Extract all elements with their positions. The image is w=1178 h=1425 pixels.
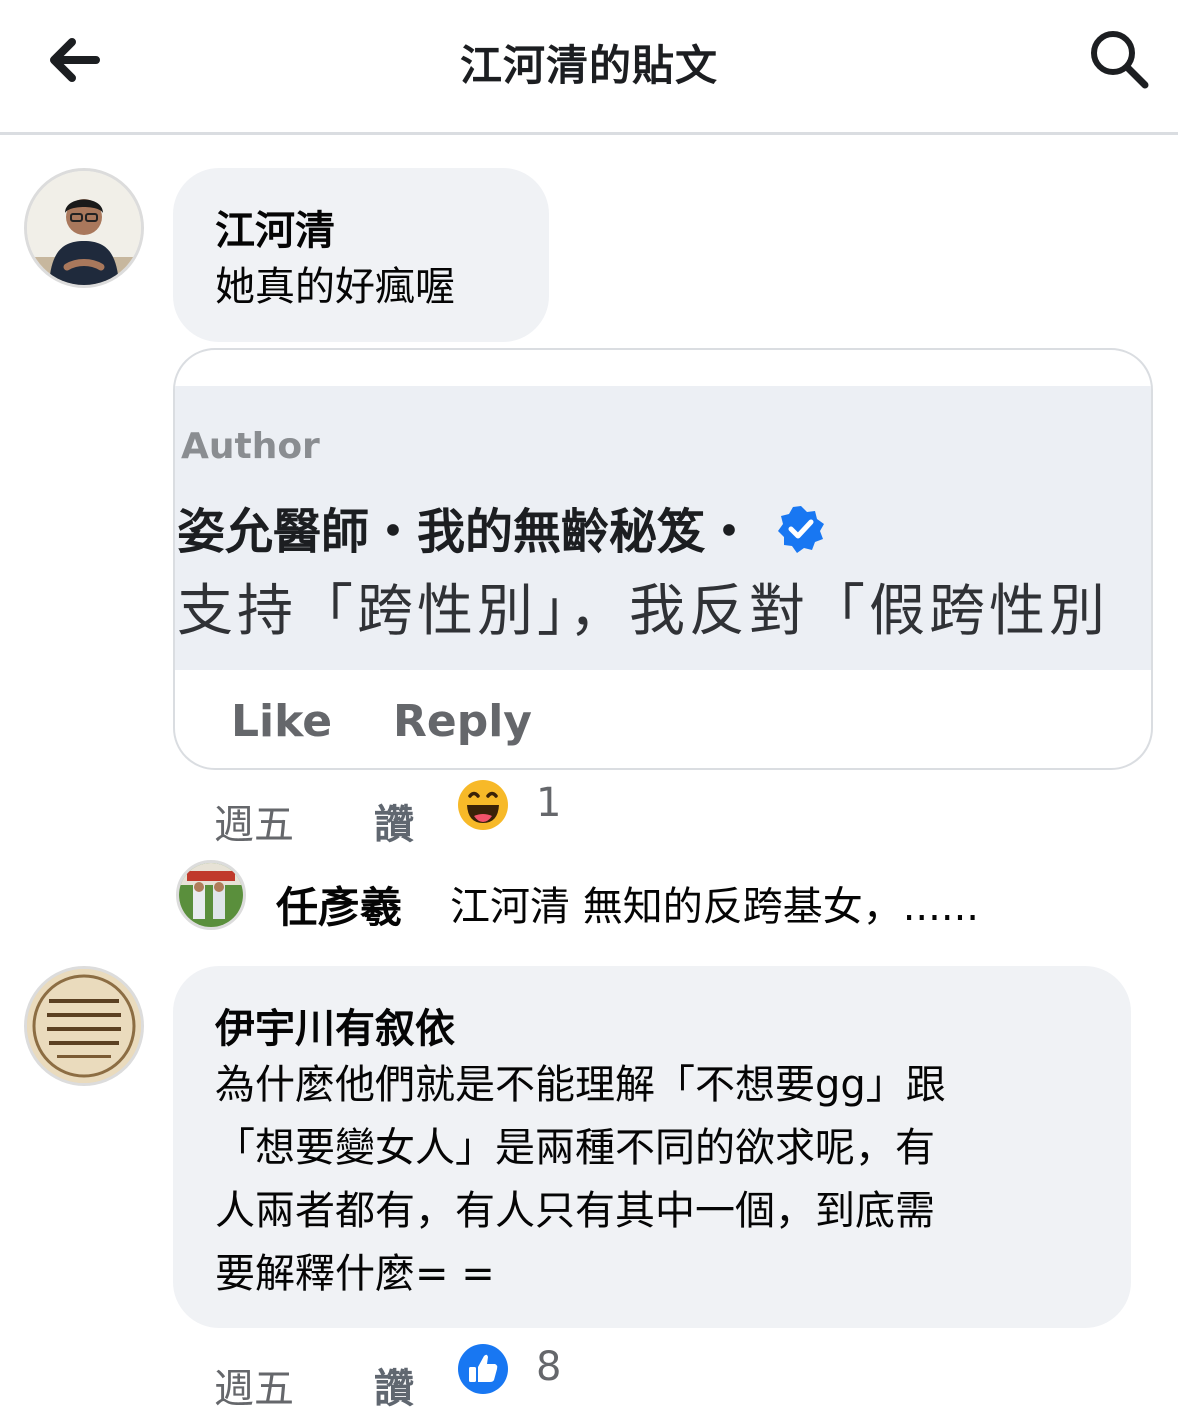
search-button[interactable]	[1088, 28, 1150, 90]
comment-timestamp[interactable]: 週五	[214, 1356, 294, 1414]
avatar[interactable]	[24, 966, 144, 1086]
top-bar: 江河清的貼文	[0, 0, 1178, 135]
screenshot-page-name: 姿允醫師・我的無齡秘笈・	[177, 492, 826, 562]
screenshot-content: Author 姿允醫師・我的無齡秘笈・ 支持「跨性別」，我反對「假跨性別	[175, 386, 1151, 670]
reaction-count: 8	[536, 1344, 562, 1390]
reaction-summary[interactable]: 8	[456, 1340, 576, 1400]
comment-bubble[interactable]: 江河清 她真的好瘋喔	[173, 168, 549, 342]
comment-author[interactable]: 伊宇川有叙依	[215, 996, 455, 1054]
like-button[interactable]: 讚	[374, 792, 414, 850]
screenshot-text: 支持「跨性別」，我反對「假跨性別	[177, 579, 1109, 644]
person-photo-icon	[27, 171, 141, 285]
calligraphy-avatar-icon	[27, 969, 141, 1083]
verified-badge-icon	[777, 506, 824, 553]
avatar[interactable]	[24, 168, 144, 288]
person-photo-icon	[179, 863, 243, 927]
screenshot-like-label: Like	[231, 696, 333, 747]
comment-text: 她真的好瘋喔	[215, 264, 455, 310]
reply-text[interactable]: 江河清 無知的反跨基女，......	[450, 874, 979, 932]
comment-text: 為什麼他們就是不能理解「不想要gg」跟 「想要變女人」是兩種不同的欲求呢，有 人…	[215, 1054, 946, 1306]
reaction-summary[interactable]: 1	[456, 776, 576, 836]
like-button[interactable]: 讚	[374, 1356, 414, 1414]
comment-text-line: 「想要變女人」是兩種不同的欲求呢，有	[215, 1125, 935, 1171]
comment-text-line: 為什麼他們就是不能理解「不想要gg」跟	[215, 1062, 946, 1108]
author-tag: Author	[181, 426, 320, 467]
comment-author[interactable]: 江河清	[215, 198, 335, 256]
comment-image-attachment[interactable]: Author 姿允醫師・我的無齡秘笈・ 支持「跨性別」，我反對「假跨性別 Lik…	[173, 348, 1153, 770]
search-icon	[1091, 31, 1149, 89]
reaction-count: 1	[536, 780, 562, 826]
screenshot-reply-label: Reply	[393, 696, 532, 747]
avatar[interactable]	[176, 860, 246, 930]
comment-bubble[interactable]: 伊宇川有叙依 為什麼他們就是不能理解「不想要gg」跟 「想要變女人」是兩種不同的…	[173, 966, 1131, 1328]
reply-author[interactable]: 任彥羲	[276, 874, 402, 935]
comment-text-line: 人兩者都有，有人只有其中一個，到底需	[215, 1188, 935, 1234]
haha-icon	[458, 780, 508, 830]
comment-text-line: 要解釋什麼= =	[215, 1251, 495, 1297]
like-icon	[458, 1344, 508, 1394]
page-title: 江河清的貼文	[459, 41, 718, 90]
comment-timestamp[interactable]: 週五	[214, 792, 294, 850]
reply-preview[interactable]: 任彥羲 江河清 無知的反跨基女，......	[176, 860, 1156, 932]
